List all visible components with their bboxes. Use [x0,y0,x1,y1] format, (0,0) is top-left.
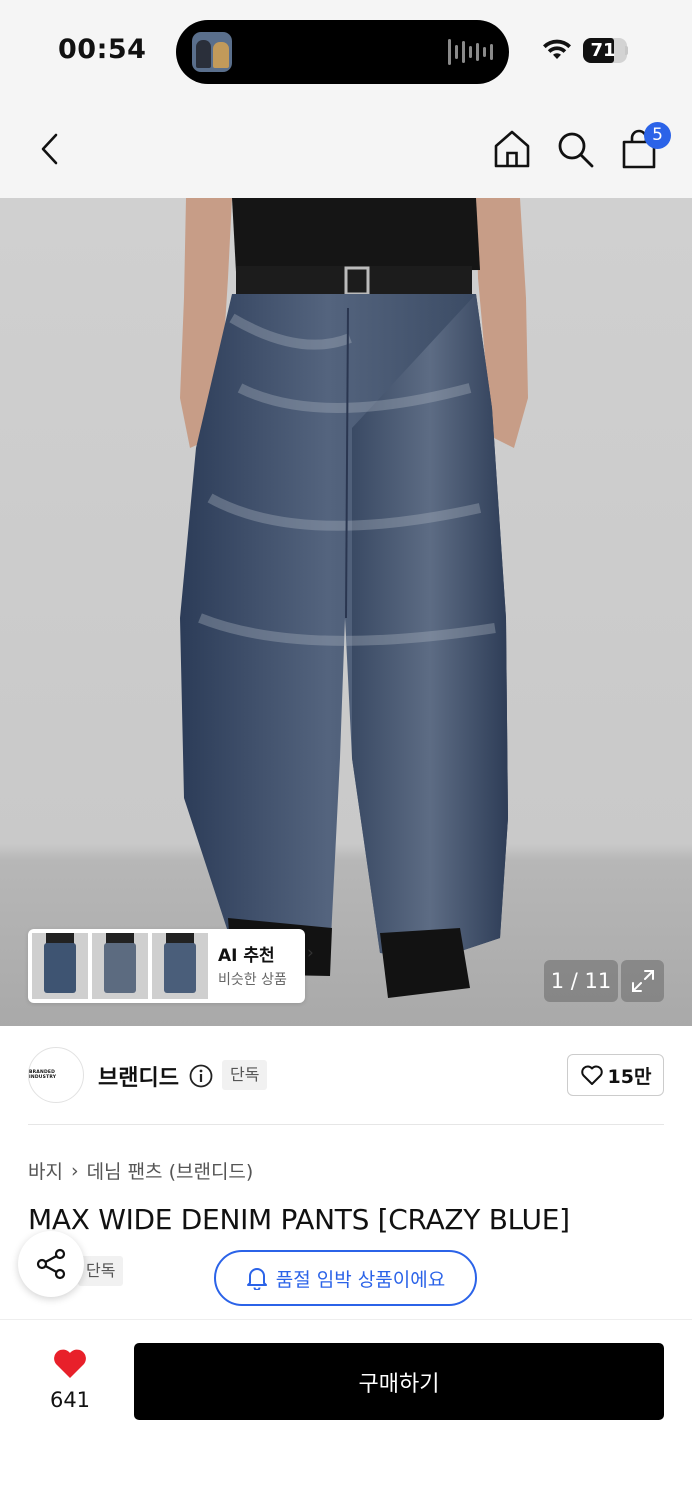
breadcrumb-separator: › [70,1159,79,1182]
share-button[interactable] [18,1231,84,1297]
status-bar: 00:54 71 [0,0,692,100]
ai-recommendation-card[interactable]: AI 추천 › 비슷한 상품 [28,929,314,1003]
home-icon [494,130,530,168]
brand-logo[interactable]: BRANDED INDUSTRY [28,1047,84,1103]
divider [28,1124,664,1125]
buy-button[interactable]: 구매하기 [134,1343,664,1420]
cart-count-badge: 5 [644,122,671,149]
exclusive-badge: 단독 [222,1060,268,1090]
low-stock-text: 품절 임박 상품이에요 [275,1268,446,1291]
product-image-gallery[interactable]: AI 추천 › 비슷한 상품 1 / 11 [0,198,692,1026]
bell-icon [246,1268,267,1290]
product-title: MAX WIDE DENIM PANTS [CRAZY BLUE] [28,1203,570,1236]
brand-name[interactable]: 브랜디드 [98,1060,179,1092]
search-button[interactable] [553,126,597,172]
brand-like-button[interactable]: 15만 [567,1054,664,1096]
chevron-right-icon: › [307,943,314,963]
exclusive-badge: 단독 [78,1256,124,1286]
home-button[interactable] [490,126,534,172]
battery-indicator: 71 [583,38,627,63]
info-icon[interactable] [189,1064,213,1088]
breadcrumb: 바지 › 데님 팬츠 (브랜디드) [28,1157,253,1184]
wishlist-count: 641 [49,1388,91,1412]
dynamic-island[interactable] [176,20,509,84]
bottom-action-bar: 641 구매하기 [0,1319,692,1500]
battery-cap [625,46,628,55]
battery-percent: 71 [590,40,616,61]
ai-recommendation-title: AI 추천 [218,946,275,966]
heart-outline-icon [580,1065,603,1085]
back-arrow-icon [41,133,58,165]
now-playing-artwork [192,32,232,72]
ai-thumb-1 [32,933,88,999]
breadcrumb-category[interactable]: 바지 [28,1157,63,1184]
image-counter: 1 / 11 [544,960,618,1002]
expand-icon [631,970,654,992]
wifi-icon [543,39,571,59]
heart-filled-icon [54,1349,86,1378]
brand-like-count: 15만 [607,1065,652,1088]
cart-button[interactable]: 5 [617,122,671,172]
top-nav: 5 [0,100,692,198]
share-icon [36,1248,66,1280]
ai-recommendation-subtitle: 비슷한 상품 [218,972,287,988]
search-icon [558,132,594,168]
status-time: 00:54 [58,34,147,65]
back-button[interactable] [28,126,72,172]
audio-waveform-icon [448,37,493,67]
expand-image-button[interactable] [621,960,664,1002]
brand-logo-text: BRANDED INDUSTRY [29,1070,57,1080]
wishlist-button[interactable]: 641 [36,1344,104,1414]
ai-thumb-3 [152,933,208,999]
low-stock-notice[interactable]: 품절 임박 상품이에요 [214,1250,477,1306]
breadcrumb-subcategory[interactable]: 데님 팬츠 (브랜디드) [87,1157,254,1184]
ai-thumb-2 [92,933,148,999]
product-photo [180,198,528,998]
